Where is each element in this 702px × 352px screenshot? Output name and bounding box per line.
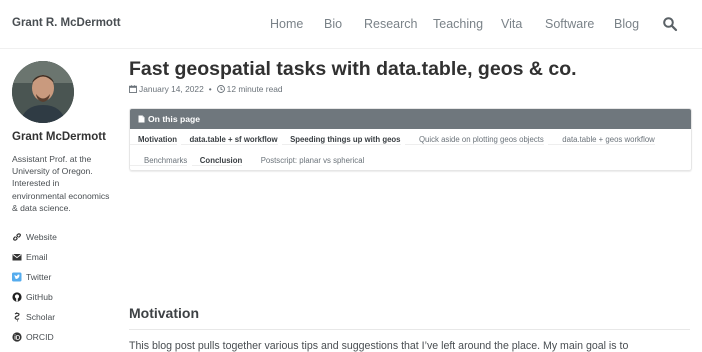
meta-separator: • [208, 84, 212, 94]
toc-header: On this page [130, 109, 691, 129]
toc-title: On this page [148, 114, 201, 124]
file-icon [138, 110, 145, 123]
post-intro-paragraph: This blog post pulls together various ti… [129, 340, 629, 352]
table-of-contents: On this page Motivation data.table + sf … [129, 108, 692, 171]
post-title: Fast geospatial tasks with data.table, g… [129, 58, 577, 80]
post-meta: January 14, 2022 • 12 minute read [129, 84, 283, 94]
author-link-label: ORCID [26, 332, 54, 342]
orcid-icon [12, 332, 22, 342]
avatar [12, 61, 74, 123]
author-name: Grant McDermott [12, 131, 106, 143]
author-bio: Assistant Prof. at the University of Ore… [12, 154, 110, 213]
nav-home[interactable]: Home [270, 17, 303, 31]
site-title-link[interactable]: Grant R. McDermott [12, 17, 121, 29]
masthead: Grant R. McDermott Home Bio Research Tea… [0, 0, 702, 49]
nav-research[interactable]: Research [364, 17, 418, 31]
toc-item-plotting-geos[interactable]: Quick aside on plotting geos objects [404, 135, 544, 145]
github-icon [12, 292, 22, 302]
toc-item-motivation[interactable]: Motivation [130, 135, 177, 145]
twitter-icon [12, 272, 22, 282]
post-date: January 14, 2022 [139, 84, 204, 94]
calendar-icon [129, 85, 137, 93]
search-icon[interactable] [662, 16, 678, 32]
toc-item-speeding-things-up[interactable]: Speeding things up with geos [282, 135, 401, 145]
nav-vita[interactable]: Vita [501, 17, 522, 31]
toc-item-datatable-geos-workflow[interactable]: data.table + geos workflow [548, 135, 655, 145]
read-time: 12 minute read [226, 84, 283, 94]
author-link-label: Website [26, 232, 57, 242]
envelope-icon [12, 252, 22, 262]
link-icon [12, 232, 22, 242]
author-link-label: GitHub [26, 292, 53, 302]
author-link-label: Email [26, 252, 48, 262]
author-link-label: Twitter [26, 272, 52, 282]
toc-item-datatable-sf-workflow[interactable]: data.table + sf workflow [181, 135, 278, 145]
nav-blog[interactable]: Blog [614, 17, 639, 31]
toc-item-conclusion[interactable]: Conclusion [191, 155, 243, 166]
section-divider [129, 329, 690, 330]
section-heading-motivation: Motivation [129, 305, 199, 321]
scholar-icon [12, 312, 22, 322]
clock-icon [216, 85, 225, 93]
nav-software[interactable]: Software [545, 17, 594, 31]
nav-teaching[interactable]: Teaching [433, 17, 483, 31]
author-link-label: Scholar [26, 312, 56, 322]
toc-item-postscript[interactable]: Postscript: planar vs spherical [247, 156, 365, 165]
nav-bio[interactable]: Bio [324, 17, 342, 31]
toc-item-benchmarks[interactable]: Benchmarks [130, 155, 188, 166]
